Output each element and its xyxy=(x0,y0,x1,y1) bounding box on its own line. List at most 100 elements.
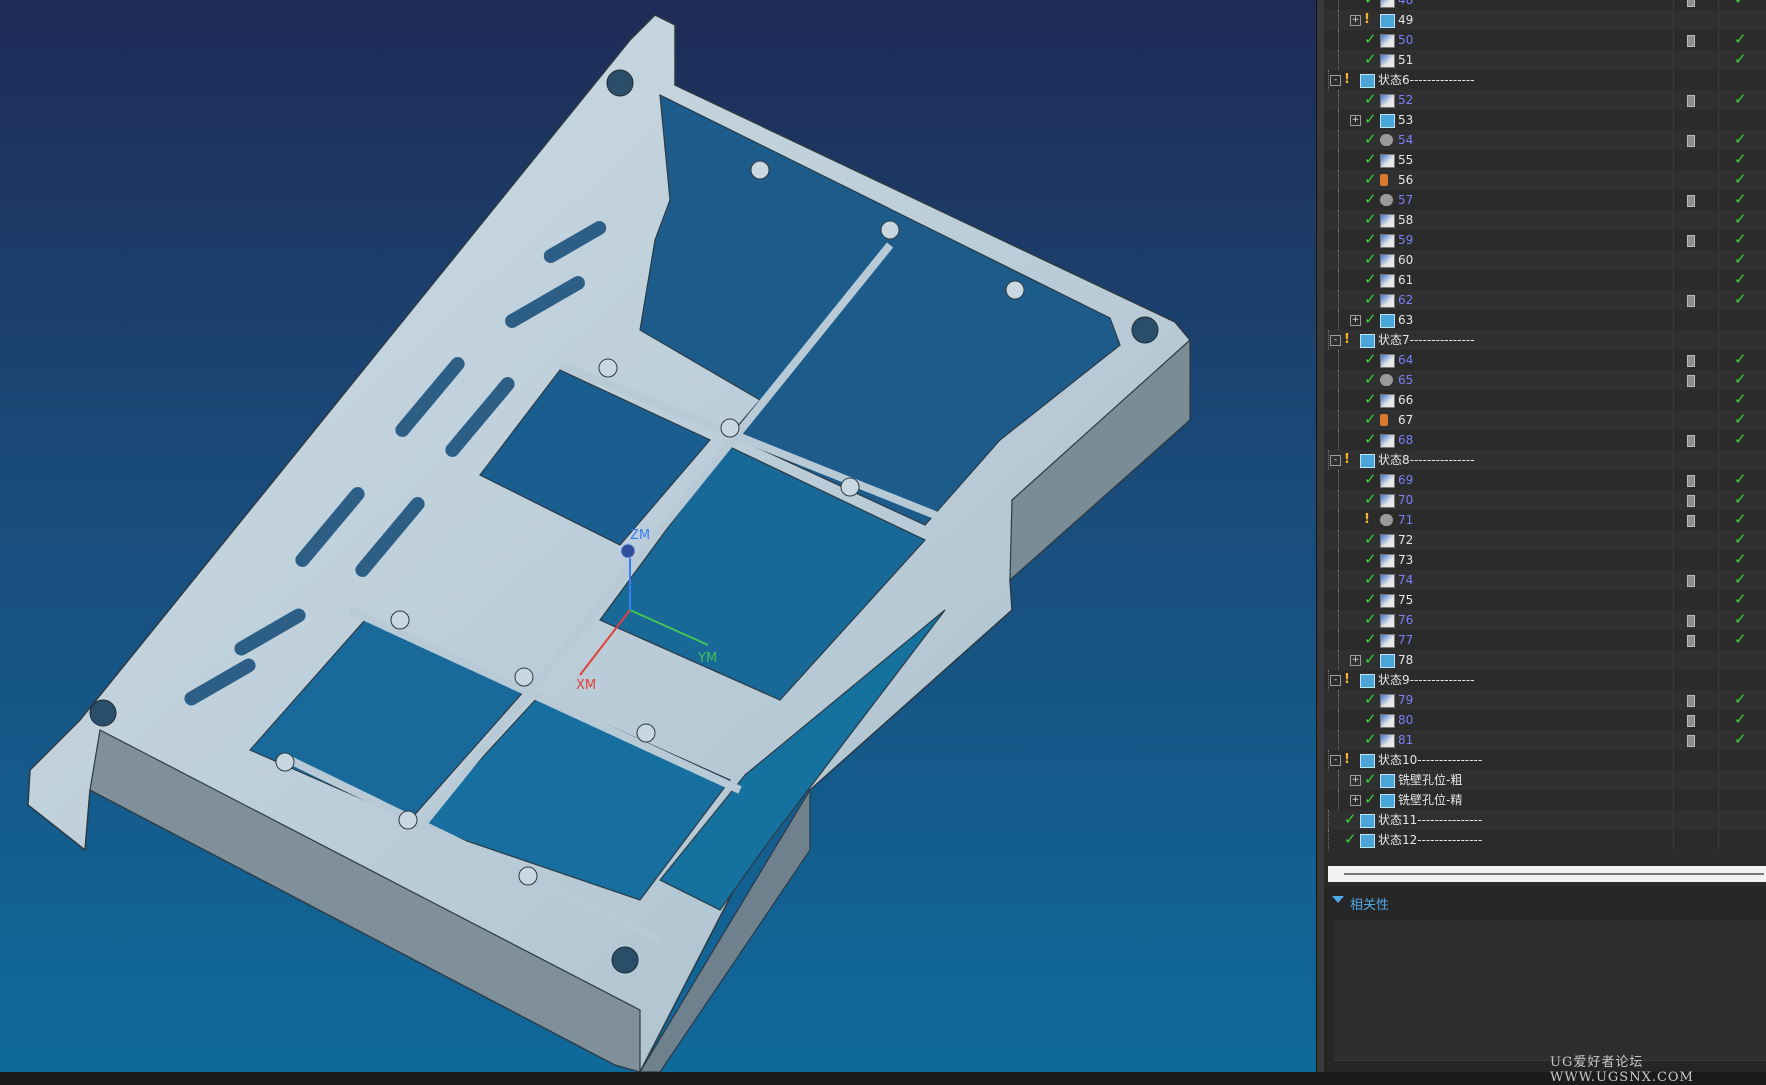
tree-row[interactable]: ✓ 60 ✓ xyxy=(1324,250,1766,270)
tree-row-label[interactable]: 58 xyxy=(1398,210,1413,230)
tree-row-label[interactable]: 56 xyxy=(1398,170,1413,190)
scrollbar-thumb[interactable] xyxy=(1344,873,1764,875)
collapse-icon[interactable]: - xyxy=(1330,75,1341,86)
tree-row[interactable]: + ✓ 78 xyxy=(1324,650,1766,670)
collapse-icon[interactable]: - xyxy=(1330,455,1341,466)
tree-row-label[interactable]: 81 xyxy=(1398,730,1413,750)
expand-icon[interactable]: + xyxy=(1350,795,1361,806)
tree-row-label[interactable]: 61 xyxy=(1398,270,1413,290)
tree-row-label[interactable]: 64 xyxy=(1398,350,1413,370)
tree-row[interactable]: ✓ 55 ✓ xyxy=(1324,150,1766,170)
tree-row-label[interactable]: 状态12--------------- xyxy=(1378,830,1482,850)
tree-row-label[interactable]: 77 xyxy=(1398,630,1413,650)
tree-row[interactable]: ✓ 81 ✓ xyxy=(1324,730,1766,750)
tree-row-label[interactable]: 67 xyxy=(1398,410,1413,430)
tree-row-label[interactable]: 75 xyxy=(1398,590,1413,610)
tree-row-label[interactable]: 78 xyxy=(1398,650,1413,670)
tree-row[interactable]: -! 状态6--------------- xyxy=(1324,70,1766,90)
tree-row-label[interactable]: 70 xyxy=(1398,490,1413,510)
operation-tree[interactable]: ✓48✓+!49✓50✓✓51✓-!状态6---------------✓52✓… xyxy=(1324,0,1766,866)
tree-row[interactable]: + ✓ 铣壁孔位-精 xyxy=(1324,790,1766,810)
tree-row[interactable]: -! 状态7--------------- xyxy=(1324,330,1766,350)
tree-row[interactable]: ! 71 ✓ xyxy=(1324,510,1766,530)
tree-row[interactable]: ✓ 56 ✓ xyxy=(1324,170,1766,190)
expand-icon[interactable]: + xyxy=(1350,775,1361,786)
tree-row[interactable]: ✓ 66 ✓ xyxy=(1324,390,1766,410)
tree-row[interactable]: -! 状态10--------------- xyxy=(1324,750,1766,770)
tree-row-label[interactable]: 状态6--------------- xyxy=(1378,70,1475,90)
tree-row[interactable]: ✓ 70 ✓ xyxy=(1324,490,1766,510)
tree-row-label[interactable]: 62 xyxy=(1398,290,1413,310)
tree-row[interactable]: +! 49 xyxy=(1324,10,1766,30)
tree-row[interactable]: ✓ 67 ✓ xyxy=(1324,410,1766,430)
expand-icon[interactable]: + xyxy=(1350,115,1361,126)
tree-row-label[interactable]: 66 xyxy=(1398,390,1413,410)
relations-header[interactable]: 相关性 xyxy=(1350,894,1389,913)
tree-row[interactable]: + ✓ 铣壁孔位-粗 xyxy=(1324,770,1766,790)
tree-row-label[interactable]: 铣壁孔位-粗 xyxy=(1398,770,1462,790)
tree-row[interactable]: ✓ 50 ✓ xyxy=(1324,30,1766,50)
tree-row[interactable]: ✓ 79 ✓ xyxy=(1324,690,1766,710)
tree-row-label[interactable]: 状态7--------------- xyxy=(1378,330,1475,350)
tree-row-label[interactable]: 48 xyxy=(1398,0,1413,10)
tree-row-label[interactable]: 51 xyxy=(1398,50,1413,70)
tree-row[interactable]: ✓ 80 ✓ xyxy=(1324,710,1766,730)
tree-row-label[interactable]: 79 xyxy=(1398,690,1413,710)
tree-row-label[interactable]: 80 xyxy=(1398,710,1413,730)
tree-row[interactable]: ✓ 64 ✓ xyxy=(1324,350,1766,370)
tree-row-label[interactable]: 68 xyxy=(1398,430,1413,450)
tree-row-label[interactable]: 状态8--------------- xyxy=(1378,450,1475,470)
tree-row[interactable]: ✓ 52 ✓ xyxy=(1324,90,1766,110)
tree-row-label[interactable]: 63 xyxy=(1398,310,1413,330)
tree-row-label[interactable]: 71 xyxy=(1398,510,1413,530)
collapse-icon[interactable]: - xyxy=(1330,335,1341,346)
tree-row[interactable]: ✓ 74 ✓ xyxy=(1324,570,1766,590)
tree-row[interactable]: ✓ 73 ✓ xyxy=(1324,550,1766,570)
tree-row[interactable]: + ✓ 63 xyxy=(1324,310,1766,330)
tree-row-label[interactable]: 55 xyxy=(1398,150,1413,170)
expand-icon[interactable]: + xyxy=(1350,655,1361,666)
collapse-icon[interactable]: - xyxy=(1330,755,1341,766)
tree-row-label[interactable]: 53 xyxy=(1398,110,1413,130)
tree-row[interactable]: ✓ 69 ✓ xyxy=(1324,470,1766,490)
tree-row-label[interactable]: 59 xyxy=(1398,230,1413,250)
tree-row-label[interactable]: 73 xyxy=(1398,550,1413,570)
horizontal-scrollbar[interactable] xyxy=(1328,866,1766,882)
collapse-arrow-icon[interactable] xyxy=(1332,896,1344,903)
tree-row[interactable]: ✓ 57 ✓ xyxy=(1324,190,1766,210)
tree-row[interactable]: ✓ 51 ✓ xyxy=(1324,50,1766,70)
tree-row-label[interactable]: 76 xyxy=(1398,610,1413,630)
expand-icon[interactable]: + xyxy=(1350,315,1361,326)
tree-row[interactable]: -! 状态8--------------- xyxy=(1324,450,1766,470)
tree-row[interactable]: ✓ 72 ✓ xyxy=(1324,530,1766,550)
tree-row-label[interactable]: 60 xyxy=(1398,250,1413,270)
tree-row-label[interactable]: 状态10--------------- xyxy=(1378,750,1482,770)
tree-row-label[interactable]: 74 xyxy=(1398,570,1413,590)
cad-part-model[interactable] xyxy=(0,0,1316,1072)
tree-row-label[interactable]: 65 xyxy=(1398,370,1413,390)
tree-row[interactable]: ✓ 61 ✓ xyxy=(1324,270,1766,290)
tree-row-label[interactable]: 状态9--------------- xyxy=(1378,670,1475,690)
graphics-viewport[interactable]: XM YM ZM xyxy=(0,0,1316,1072)
tree-row[interactable]: ✓ 状态12--------------- xyxy=(1324,830,1766,850)
collapse-icon[interactable]: - xyxy=(1330,675,1341,686)
tree-row-label[interactable]: 57 xyxy=(1398,190,1413,210)
tree-row[interactable]: ✓ 58 ✓ xyxy=(1324,210,1766,230)
tree-row[interactable]: -! 状态9--------------- xyxy=(1324,670,1766,690)
tree-row-label[interactable]: 状态11--------------- xyxy=(1378,810,1482,830)
tree-row[interactable]: ✓ 77 ✓ xyxy=(1324,630,1766,650)
tree-row-label[interactable]: 69 xyxy=(1398,470,1413,490)
tree-row[interactable]: ✓ 75 ✓ xyxy=(1324,590,1766,610)
tree-row-label[interactable]: 铣壁孔位-精 xyxy=(1398,790,1462,810)
tree-row[interactable]: + ✓ 53 xyxy=(1324,110,1766,130)
tree-row-label[interactable]: 72 xyxy=(1398,530,1413,550)
tree-row[interactable]: ✓ 68 ✓ xyxy=(1324,430,1766,450)
tree-row-label[interactable]: 54 xyxy=(1398,130,1413,150)
expand-icon[interactable]: + xyxy=(1350,15,1361,26)
tree-row[interactable]: ✓ 状态11--------------- xyxy=(1324,810,1766,830)
tree-row[interactable]: ✓ 54 ✓ xyxy=(1324,130,1766,150)
tree-row[interactable]: ✓ 62 ✓ xyxy=(1324,290,1766,310)
tree-row[interactable]: ✓ 59 ✓ xyxy=(1324,230,1766,250)
tree-row-label[interactable]: 52 xyxy=(1398,90,1413,110)
tree-row[interactable]: ✓ 76 ✓ xyxy=(1324,610,1766,630)
